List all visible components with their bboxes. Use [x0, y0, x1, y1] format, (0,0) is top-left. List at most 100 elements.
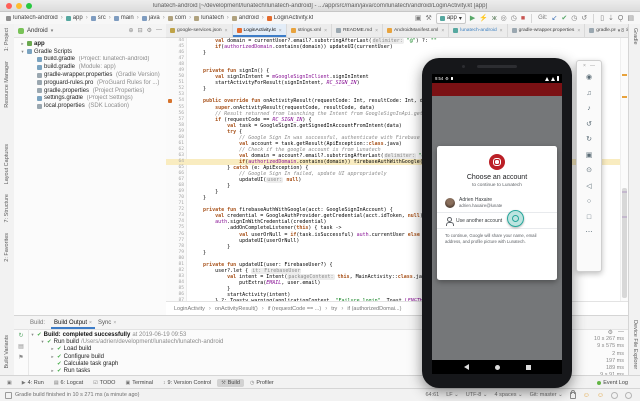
rollback-icon[interactable]: ↺ — [581, 15, 587, 22]
filter-icon[interactable]: ▤ — [18, 343, 24, 350]
emulator-home-icon[interactable]: ○ — [587, 194, 591, 210]
hammer-build-icon[interactable]: ⚒ — [426, 15, 432, 22]
coverage-icon[interactable]: ◎ — [501, 15, 507, 22]
editor-breadcrumb-item[interactable]: try — [331, 306, 337, 312]
editor-breadcrumb-item[interactable]: LoginActivity — [174, 306, 205, 312]
tool-window-stripe-button[interactable]: Resource Manager — [4, 61, 10, 108]
status-widget[interactable]: LF ⌄ — [446, 392, 459, 398]
breadcrumb-item[interactable]: com — [167, 15, 186, 21]
emulator-rotate-left-icon[interactable]: ↺ — [586, 117, 592, 133]
project-view-selector[interactable]: Android — [27, 28, 48, 34]
breadcrumb-item[interactable]: src — [90, 15, 106, 21]
tool-window-stripe-button[interactable]: 1: Project — [4, 28, 10, 51]
close-tab-icon[interactable]: × — [225, 28, 228, 34]
hidden-tabs-dropdown[interactable]: ▾ 8 — [615, 24, 626, 37]
tree-item[interactable]: ▾ Gradle Scripts — [14, 48, 166, 56]
locate-file-icon[interactable]: ⊕ — [129, 27, 134, 34]
tool-window-button[interactable]: ◷ Profiler — [246, 379, 278, 387]
avd-manager-icon[interactable]: ▯ — [600, 15, 604, 22]
tool-window-button[interactable]: ↕ 9: Version Control — [159, 379, 215, 387]
close-tab-icon[interactable]: × — [441, 28, 444, 34]
commit-icon[interactable]: ✔ — [561, 15, 567, 22]
restore-window-icon[interactable]: ▣ — [415, 15, 422, 22]
restart-build-icon[interactable]: ↻ — [18, 332, 23, 339]
editor-tab[interactable]: README.md × — [332, 24, 383, 37]
tree-item[interactable]: proguard-rules.pro (ProGuard Rules for .… — [14, 79, 166, 87]
editor-breadcrumb-item[interactable]: onActivityResult() — [215, 306, 258, 312]
update-project-icon[interactable]: ↙ — [551, 15, 557, 22]
editor-tab[interactable]: lunatech-android × — [449, 24, 508, 37]
editor-breadcrumb-item[interactable]: if (requestCode == ...) — [268, 306, 322, 312]
tool-window-button[interactable]: ⚒ Build — [217, 378, 244, 387]
emulator-overview-icon[interactable]: □ — [587, 210, 591, 226]
close-tab-icon[interactable]: × — [324, 28, 327, 34]
tree-item[interactable]: build.gradle (Project: lunatech-android) — [14, 56, 166, 64]
expand-arrow-icon[interactable]: ▾ — [30, 332, 35, 338]
breadcrumb-item[interactable]: main — [113, 15, 134, 21]
expand-arrow-icon[interactable]: ▸ — [50, 354, 55, 360]
emulator-screenshot-icon[interactable]: ▣ — [586, 148, 593, 164]
close-tab-icon[interactable]: × — [89, 320, 92, 326]
breadcrumb-item[interactable]: LoginActivity.kt — [266, 15, 313, 21]
tree-item[interactable]: settings.gradle (Project Settings) — [14, 95, 166, 103]
close-tab-icon[interactable]: × — [577, 28, 580, 34]
emulator-volume-down-icon[interactable]: ♪ — [587, 101, 591, 117]
editor-tab[interactable]: AndroidManifest.xml × — [383, 24, 450, 37]
collapse-all-icon[interactable]: ⊟ — [138, 27, 143, 34]
profiler-icon[interactable]: ◷ — [511, 15, 517, 22]
editor-tab[interactable]: gradle-wrapper.properties × — [507, 24, 586, 37]
status-widget[interactable]: 4 spaces ⌄ — [495, 392, 523, 398]
emulator-close-icon[interactable]: × — [583, 63, 586, 69]
read-lock-icon[interactable] — [569, 389, 576, 399]
tool-window-button[interactable]: ▤ 6: Logcat — [50, 379, 87, 387]
tree-item[interactable]: gradle-wrapper.properties (Gradle Versio… — [14, 71, 166, 79]
editor-tab[interactable]: LoginActivity.kt × — [232, 24, 287, 37]
tool-window-button[interactable]: ▣ Terminal — [121, 379, 157, 387]
tree-item[interactable]: gradle.properties (Project Properties) — [14, 87, 166, 95]
account-row[interactable]: Adrien Haxaire adrien.haxaire@lunate — [437, 192, 557, 213]
expand-arrow-icon[interactable]: ▸ — [50, 346, 55, 352]
tool-window-stripe-button[interactable]: 2: Favorites — [4, 233, 10, 262]
emulator-zoom-icon[interactable]: ⊙ — [586, 163, 592, 179]
tool-window-stripe-button[interactable]: Layout Captures — [4, 144, 10, 184]
sdk-manager-icon[interactable]: ⇣ — [608, 15, 614, 22]
run-configuration-selector[interactable]: app ▾ — [435, 12, 466, 24]
settings-gear-icon[interactable]: ⚙ — [147, 27, 152, 34]
emulator-back-icon[interactable]: ◁ — [586, 179, 591, 195]
status-widget[interactable]: Git: master ⌄ — [530, 392, 563, 398]
breadcrumb-item[interactable]: android — [231, 15, 259, 21]
tool-window-stripe-button[interactable]: Device File Explorer — [632, 320, 638, 369]
debug-icon[interactable]: ж — [492, 15, 497, 22]
breadcrumb-item[interactable]: lunatech-android — [6, 15, 58, 21]
status-widget[interactable]: 64:61 — [425, 392, 439, 398]
editor-tab[interactable]: strings.xml × — [286, 24, 332, 37]
layout-editor-icon[interactable]: ▤ — [627, 15, 634, 22]
search-everywhere-icon[interactable]: Ǫ — [618, 15, 623, 22]
phone-screen[interactable]: 9:54 ⚙ Choose an account to continue to … — [432, 74, 562, 374]
tool-window-stripe-button[interactable]: Gradle — [632, 28, 638, 45]
editor-tab[interactable]: google-services.json × — [166, 24, 233, 37]
status-widget[interactable]: UTF-8 ⌄ — [466, 392, 488, 398]
highlighting-smiley-icon[interactable]: ☺ — [583, 392, 590, 399]
use-another-account-button[interactable]: Use another account — [437, 213, 557, 229]
tool-window-stripe-button[interactable]: 7: Structure — [4, 194, 10, 222]
editor-breadcrumb-item[interactable]: if (authorizedDomai...) — [347, 306, 401, 312]
close-tab-icon[interactable]: × — [113, 320, 116, 326]
stop-icon[interactable]: ■ — [521, 15, 525, 22]
tool-window-button[interactable]: ▶ 4: Run — [18, 379, 48, 387]
breadcrumb-item[interactable]: app — [65, 15, 83, 21]
expand-arrow-icon[interactable]: ▾ — [20, 49, 25, 55]
gradle-smiley-icon[interactable]: ☺ — [597, 392, 604, 399]
expand-arrow-icon[interactable]: ▸ — [20, 41, 25, 47]
expand-arrow-icon[interactable]: ▸ — [50, 368, 55, 374]
close-tab-icon[interactable]: × — [500, 28, 503, 34]
nav-overview-icon[interactable] — [525, 364, 531, 370]
emulator-rotate-right-icon[interactable]: ↻ — [586, 132, 592, 148]
nav-back-icon[interactable] — [463, 364, 469, 370]
emulator-volume-up-icon[interactable]: ♫ — [586, 86, 591, 102]
emulator-minimize-icon[interactable]: — — [590, 63, 595, 69]
emulator-more-icon[interactable]: ⋯ — [586, 225, 593, 241]
expand-arrow-icon[interactable]: ▾ — [40, 339, 45, 345]
nav-home-icon[interactable] — [494, 364, 500, 370]
tool-window-stripe-button[interactable]: Build Variants — [4, 335, 10, 369]
